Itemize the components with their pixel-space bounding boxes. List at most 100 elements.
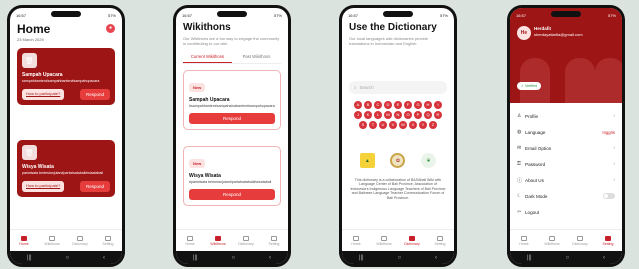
page-description: Our local languages wiki dictionaries pr…: [349, 36, 428, 46]
letter-button[interactable]: J: [354, 111, 362, 119]
letter-button[interactable]: O: [404, 111, 412, 119]
bottom-nav: Home Wikithons Dictionary Setting: [176, 229, 288, 251]
letter-button[interactable]: Z: [429, 121, 437, 129]
wikithon-card[interactable]: 🗑 Wisya Wisata pariwisata bedeslanjutan#…: [17, 140, 115, 197]
respond-button[interactable]: Respond: [79, 88, 110, 100]
respond-button[interactable]: Respond: [189, 112, 275, 124]
book-icon: [577, 235, 583, 241]
notification-icon[interactable]: ●: [106, 24, 115, 33]
how-to-participate-button[interactable]: How to participate?: [22, 180, 65, 192]
letter-button[interactable]: L: [374, 111, 382, 119]
back-icon[interactable]: ‹: [269, 255, 271, 261]
letter-button[interactable]: S: [359, 121, 367, 129]
how-to-participate-button[interactable]: How to participate?: [22, 88, 65, 100]
status-time: 16:57: [16, 12, 27, 18]
dark-mode-toggle[interactable]: [603, 193, 615, 199]
status-time: 16:57: [182, 12, 193, 18]
letter-button[interactable]: N: [394, 111, 402, 119]
card-title: Sampah Upacara: [22, 72, 63, 78]
letter-button[interactable]: E: [394, 101, 402, 109]
partner-logos: ▲ ✿ ❦: [352, 153, 444, 168]
tab-current-wikithons[interactable]: Current Wikithons: [183, 54, 232, 63]
nav-wikithons[interactable]: Wikithons: [207, 235, 229, 246]
letter-button[interactable]: F: [404, 101, 412, 109]
settings-item-about-us[interactable]: ⓘ About Us ›: [517, 172, 615, 188]
home-circle-icon[interactable]: ○: [66, 255, 70, 261]
letter-button[interactable]: A: [354, 101, 362, 109]
nav-home[interactable]: Home: [513, 235, 535, 246]
nav-dictionary[interactable]: Dictionary: [69, 235, 91, 246]
status-time: 16:57: [516, 12, 527, 18]
home-circle-icon[interactable]: ○: [566, 255, 570, 261]
book-icon: [77, 235, 83, 241]
back-icon[interactable]: ‹: [603, 255, 605, 261]
settings-item-profile[interactable]: ♙ Profile ›: [517, 108, 615, 124]
wikithon-card[interactable]: New Wisya Wisata #pariwisata berkelanjut…: [183, 146, 281, 206]
new-badge: New: [189, 159, 206, 168]
letter-button[interactable]: W: [399, 121, 407, 129]
wikithon-card[interactable]: 🗑 Sampah Upacara sampahbanten#sampahbant…: [17, 48, 115, 105]
letter-button[interactable]: P: [414, 111, 422, 119]
home-circle-icon[interactable]: ○: [398, 255, 402, 261]
home-screen: 16:57 57% Home 23 March 2025 ● 🗑 Sampah …: [10, 8, 122, 264]
settings-item-email-option[interactable]: ✉ Email Option ›: [517, 140, 615, 156]
search-input[interactable]: ⌕ Search: [349, 81, 447, 94]
letter-button[interactable]: V: [389, 121, 397, 129]
tab-past-wikithons[interactable]: Past Wikithons: [232, 54, 281, 63]
nav-dictionary[interactable]: Dictionary: [401, 235, 423, 246]
nav-wikithons[interactable]: Wikithons: [41, 235, 63, 246]
nav-home[interactable]: Home: [179, 235, 201, 246]
letter-button[interactable]: D: [384, 101, 392, 109]
letter-button[interactable]: C: [374, 101, 382, 109]
wikithon-card[interactable]: New Sampah Upacara #sampahbanten#sampahs…: [183, 70, 281, 130]
letter-button[interactable]: H: [424, 101, 432, 109]
recents-icon[interactable]: |||: [193, 255, 198, 261]
nav-setting[interactable]: Setting: [97, 235, 119, 246]
bottom-nav: Home Wikithons Dictionary Setting: [10, 229, 122, 251]
back-icon[interactable]: ‹: [435, 255, 437, 261]
settings-list: ♙ Profile › ◍ Language Inggris ✉ Email Option › ⚿…: [517, 108, 615, 220]
respond-button[interactable]: Respond: [79, 180, 110, 192]
wikithons-icon: [215, 235, 221, 241]
letter-button[interactable]: I: [434, 101, 442, 109]
nav-home[interactable]: Home: [345, 235, 367, 246]
banner-illustration: [520, 58, 550, 103]
letter-button[interactable]: Y: [419, 121, 427, 129]
letter-button[interactable]: G: [414, 101, 422, 109]
letter-button[interactable]: X: [409, 121, 417, 129]
recents-icon[interactable]: |||: [27, 255, 32, 261]
email-icon: ✉: [517, 145, 522, 151]
respond-button[interactable]: Respond: [189, 188, 275, 200]
letter-button[interactable]: Q: [424, 111, 432, 119]
nav-setting[interactable]: Setting: [263, 235, 285, 246]
letter-button[interactable]: T: [369, 121, 377, 129]
settings-item-password[interactable]: ⚿ Password ›: [517, 156, 615, 172]
profile-name: Herdafit: [534, 26, 552, 31]
letter-button[interactable]: M: [384, 111, 392, 119]
card-title: Sampah Upacara: [189, 97, 230, 103]
nav-home[interactable]: Home: [13, 235, 35, 246]
dictionary-screen: 16:57 57% Use the Dictionary Our local l…: [342, 8, 454, 264]
nav-setting[interactable]: Setting: [429, 235, 451, 246]
nav-setting[interactable]: Setting: [597, 235, 619, 246]
letter-button[interactable]: U: [379, 121, 387, 129]
nav-dictionary[interactable]: Dictionary: [235, 235, 257, 246]
verified-label: Verified: [525, 84, 538, 88]
nav-dictionary[interactable]: Dictionary: [569, 235, 591, 246]
avatar[interactable]: He: [517, 26, 531, 40]
letter-button[interactable]: B: [364, 101, 372, 109]
letter-button[interactable]: R: [434, 111, 442, 119]
new-badge: New: [189, 83, 206, 92]
settings-item-logout[interactable]: ⇦ Logout: [517, 204, 615, 220]
recents-icon[interactable]: |||: [359, 255, 364, 261]
nav-wikithons[interactable]: Wikithons: [373, 235, 395, 246]
settings-item-value: Inggris: [602, 129, 615, 135]
home-circle-icon[interactable]: ○: [232, 255, 236, 261]
settings-item-language[interactable]: ◍ Language Inggris: [517, 124, 615, 140]
wikithon-tabs: Current Wikithons Past Wikithons: [183, 54, 281, 64]
nav-wikithons[interactable]: Wikithons: [541, 235, 563, 246]
recents-icon[interactable]: |||: [527, 255, 532, 261]
letter-button[interactable]: K: [364, 111, 372, 119]
back-icon[interactable]: ‹: [103, 255, 105, 261]
settings-item-dark-mode[interactable]: ☾ Dark Mode: [517, 188, 615, 204]
